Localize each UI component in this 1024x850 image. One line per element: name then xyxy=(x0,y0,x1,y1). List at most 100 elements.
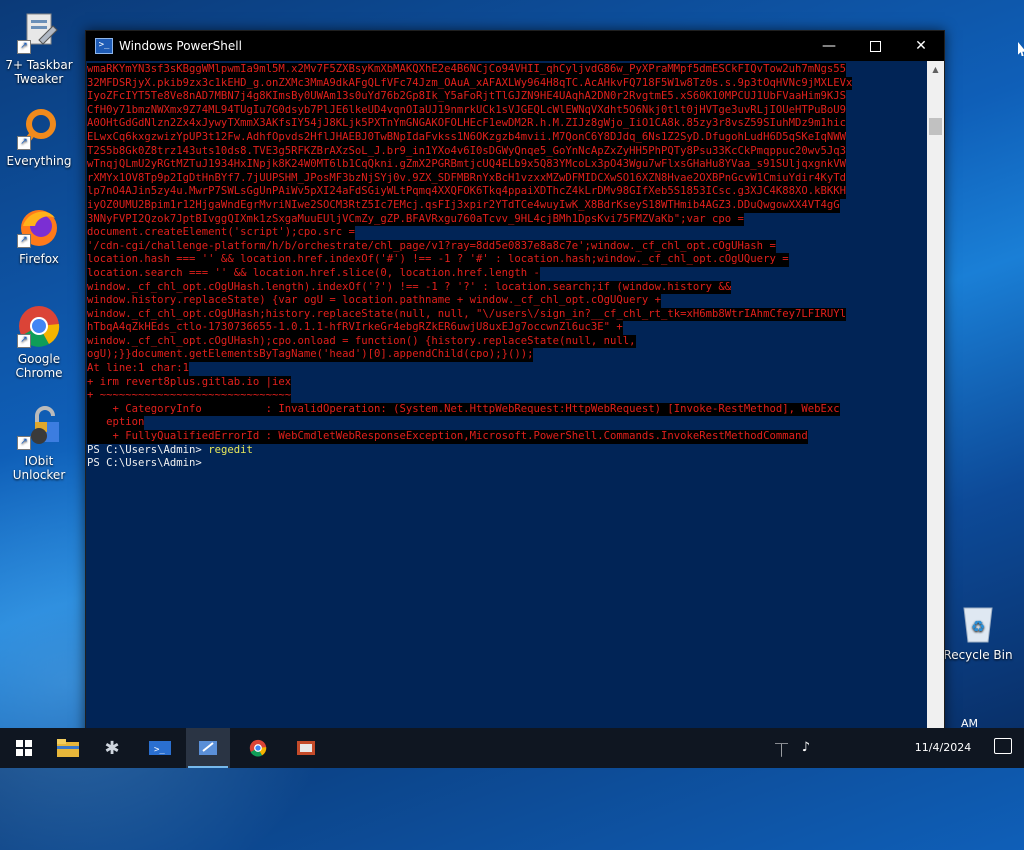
console-line: PS C:\Users\Admin> regedit xyxy=(87,444,925,458)
console-line: window._cf_chl_opt.cOgUHash);cpo.onload … xyxy=(87,334,925,349)
desktop-icon-label: Everything xyxy=(6,154,72,168)
tray-network-icon[interactable]: ⏉ xyxy=(775,740,788,759)
console-line: '/cdn-cgi/challenge-platform/h/b/orchest… xyxy=(87,239,925,254)
maximize-button[interactable] xyxy=(852,31,898,61)
taskbar-file-explorer[interactable] xyxy=(46,728,90,768)
error-text: wmaRKYmYN3sf3sKBggWMlpwmIa9ml5M.x2Mv7F5Z… xyxy=(87,63,846,77)
error-text: hTbqA4qZkHEds_ctlo-1730736655-1.0.1.1-hf… xyxy=(87,321,623,335)
console-line: + ~~~~~~~~~~~~~~~~~~~~~~~~~~~~~~ xyxy=(87,389,925,403)
console-line: IyoZFcIYT5Te8Ve8nAD7MBN7j4g8KImsBy0UWAm1… xyxy=(87,90,925,104)
taskbar-chrome[interactable] xyxy=(236,728,280,768)
scroll-up-icon[interactable]: ▲ xyxy=(927,61,944,78)
system-clock[interactable]: AM 11/4/2024 xyxy=(908,717,978,762)
console-line: + FullyQualifiedErrorId : WebCmdletWebRe… xyxy=(87,430,925,444)
error-text: window._cf_chl_opt.cOgUHash;history.repl… xyxy=(87,307,846,322)
error-text: 3NNyFVPI2Qzok7JptBIvggQIXmk1zSxgaMuuEUlj… xyxy=(87,212,744,227)
desktop-icon-recycle-bin[interactable]: ♻ Recycle Bin xyxy=(940,600,1016,662)
console-line: ELwxCq6kxgzwizYpUP3t12Fw.AdhfOpvds2HflJH… xyxy=(87,130,925,145)
desktop-icon-chrome[interactable]: ↗ Google Chrome xyxy=(3,304,75,380)
console-line: PS C:\Users\Admin> xyxy=(87,457,925,471)
svg-text:>_: >_ xyxy=(154,745,165,755)
console-line: + CategoryInfo : InvalidOperation: (Syst… xyxy=(87,402,925,417)
console-line: CfH0y71bmzNWXmx9Z74ML94TUgIu7G0dsyb7PlJE… xyxy=(87,103,925,118)
console-line: iyOZ0UMU2Bpim1r12HjgaWndEgrMvriNIwe2SOCM… xyxy=(87,198,925,213)
console-line: 3NNyFVPI2Qzok7JptBIvggQIXmk1zSxgaMuuEUlj… xyxy=(87,212,925,227)
scrollbar-thumb[interactable] xyxy=(929,118,942,135)
console-output[interactable]: wmaRKYmYN3sf3sKBggWMlpwmIa9ml5M.x2Mv7F5Z… xyxy=(87,61,925,751)
taskbar-tweaker-icon: ↗ xyxy=(17,10,61,54)
console-line: location.search === '' && location.href.… xyxy=(87,266,925,281)
desktop-icon-everything[interactable]: ↗ Everything xyxy=(3,106,75,168)
vertical-scrollbar[interactable]: ▲ xyxy=(927,61,944,750)
powershell-icon: >_ xyxy=(149,741,171,755)
taskbar-tweaker[interactable] xyxy=(186,728,230,768)
desktop-icon-taskbar-tweaker[interactable]: ↗ 7+ Taskbar Tweaker xyxy=(3,10,75,86)
console-line: lp7nO4AJin5zy4u.MwrP7SWLsGgUnPAiWv5pXI24… xyxy=(87,185,925,199)
app-icon xyxy=(297,741,315,755)
svg-text:♻: ♻ xyxy=(971,617,985,636)
firefox-icon: ↗ xyxy=(17,204,61,248)
error-text: rXMYx1OV8Tp9p2IgDtHnBYf7.7jUUPSHM_JPosMF… xyxy=(87,171,846,186)
console-line: 32MFDSRjyX.pkib9zx3c1kEHD_g.onZXMc3MmA9d… xyxy=(87,76,925,91)
console-line: hTbqA4qZkHEds_ctlo-1730736655-1.0.1.1-hf… xyxy=(87,321,925,335)
desktop-icon-label: Google Chrome xyxy=(15,352,63,380)
error-text: lp7nO4AJin5zy4u.MwrP7SWLsGgUnPAiWv5pXI24… xyxy=(87,185,846,199)
close-button[interactable]: ✕ xyxy=(898,31,944,61)
powershell-icon: >_ xyxy=(95,38,113,54)
console-line: A0OHtGdGdNlzn2Zx4xJywyTXmmX3AKfsIY54jJ8K… xyxy=(87,117,925,131)
error-text: + irm revert8plus.gitlab.io |iex xyxy=(87,375,292,390)
file-explorer-icon xyxy=(57,739,79,757)
clock-date: 11/4/2024 xyxy=(914,741,972,754)
error-text: window._cf_chl_opt.cOgUHash.length).inde… xyxy=(87,280,732,295)
error-text: CfH0y71bmzNWXmx9Z74ML94TUgIu7G0dsyb7PlJE… xyxy=(87,103,846,118)
console-line: location.hash === '' && location.href.in… xyxy=(87,253,925,267)
error-text: eption xyxy=(87,416,145,431)
console-line: wmaRKYmYN3sf3sKBggWMlpwmIa9ml5M.x2Mv7F5Z… xyxy=(87,63,925,77)
recycle-bin-icon: ♻ xyxy=(956,600,1000,644)
powershell-window[interactable]: >_ Windows PowerShell — ✕ wmaRKYmYN3sf3s… xyxy=(85,30,945,752)
command-text: regedit xyxy=(208,443,253,456)
error-text: window._cf_chl_opt.cOgUHash);cpo.onload … xyxy=(87,334,636,349)
taskbar-app[interactable] xyxy=(284,728,328,768)
window-title: Windows PowerShell xyxy=(119,39,242,53)
maximize-icon xyxy=(869,40,881,52)
taskbar-tweaker-icon xyxy=(199,741,217,755)
desktop-icon-label: Firefox xyxy=(19,252,59,266)
console-line: + irm revert8plus.gitlab.io |iex xyxy=(87,375,925,390)
console-line: ogU);}}document.getElementsByTagName('he… xyxy=(87,348,925,363)
error-text: + ~~~~~~~~~~~~~~~~~~~~~~~~~~~~~~ xyxy=(87,389,292,403)
clock-time: AM xyxy=(960,717,978,730)
console-line: document.createElement('script');cpo.src… xyxy=(87,226,925,240)
tray-volume-icon[interactable]: ♪ xyxy=(802,740,810,755)
error-text: T2S5b8Gk0Z8trz143uts10ds8.TVE3g5RFKZBrAX… xyxy=(87,144,846,159)
error-text: window.history.replaceState) {var ogU = … xyxy=(87,294,662,308)
error-text: 32MFDSRjyX.pkib9zx3c1kEHD_g.onZXMc3MmA9d… xyxy=(87,76,853,91)
start-button[interactable] xyxy=(0,728,48,768)
everything-search-icon: ↗ xyxy=(17,106,61,150)
error-text: At line:1 char:1 xyxy=(87,362,190,376)
error-text: wTnqjQLmU2yRGtMZTuJ1934HxINpjk8K24W0MT6l… xyxy=(87,158,846,172)
window-titlebar[interactable]: >_ Windows PowerShell — ✕ xyxy=(86,31,944,61)
chrome-icon xyxy=(249,739,267,757)
console-line: eption xyxy=(87,416,925,431)
notification-center-icon[interactable] xyxy=(994,738,1012,754)
console-line: window._cf_chl_opt.cOgUHash;history.repl… xyxy=(87,307,925,322)
desktop-icon-label: Recycle Bin xyxy=(943,648,1013,662)
taskbar-powershell[interactable]: >_ xyxy=(138,728,182,768)
taskbar: ✱ >_ ⏉ ♪ AM 11/4/2024 xyxy=(0,717,1024,768)
console-line: At line:1 char:1 xyxy=(87,362,925,376)
chrome-icon: ↗ xyxy=(17,304,61,348)
minimize-button[interactable]: — xyxy=(806,31,852,61)
taskbar-settings[interactable]: ✱ xyxy=(90,728,134,768)
desktop-icon-iobit-unlocker[interactable]: ↗ IObit Unlocker xyxy=(3,406,75,482)
error-text: iyOZ0UMU2Bpim1r12HjgaWndEgrMvriNIwe2SOCM… xyxy=(87,198,840,213)
desktop-icon-firefox[interactable]: ↗ Firefox xyxy=(3,204,75,266)
error-text: document.createElement('script');cpo.src… xyxy=(87,226,355,240)
mouse-cursor-icon xyxy=(1018,42,1024,56)
settings-gear-icon: ✱ xyxy=(104,737,120,759)
console-line: wTnqjQLmU2yRGtMZTuJ1934HxINpjk8K24W0MT6l… xyxy=(87,158,925,172)
error-text: ELwxCq6kxgzwizYpUP3t12Fw.AdhfOpvds2HflJH… xyxy=(87,130,846,145)
prompt-text: PS C:\Users\Admin> xyxy=(87,443,209,456)
error-text: A0OHtGdGdNlzn2Zx4xJywyTXmmX3AKfsIY54jJ8K… xyxy=(87,117,846,131)
desktop-icon-label: IObit Unlocker xyxy=(12,454,66,482)
